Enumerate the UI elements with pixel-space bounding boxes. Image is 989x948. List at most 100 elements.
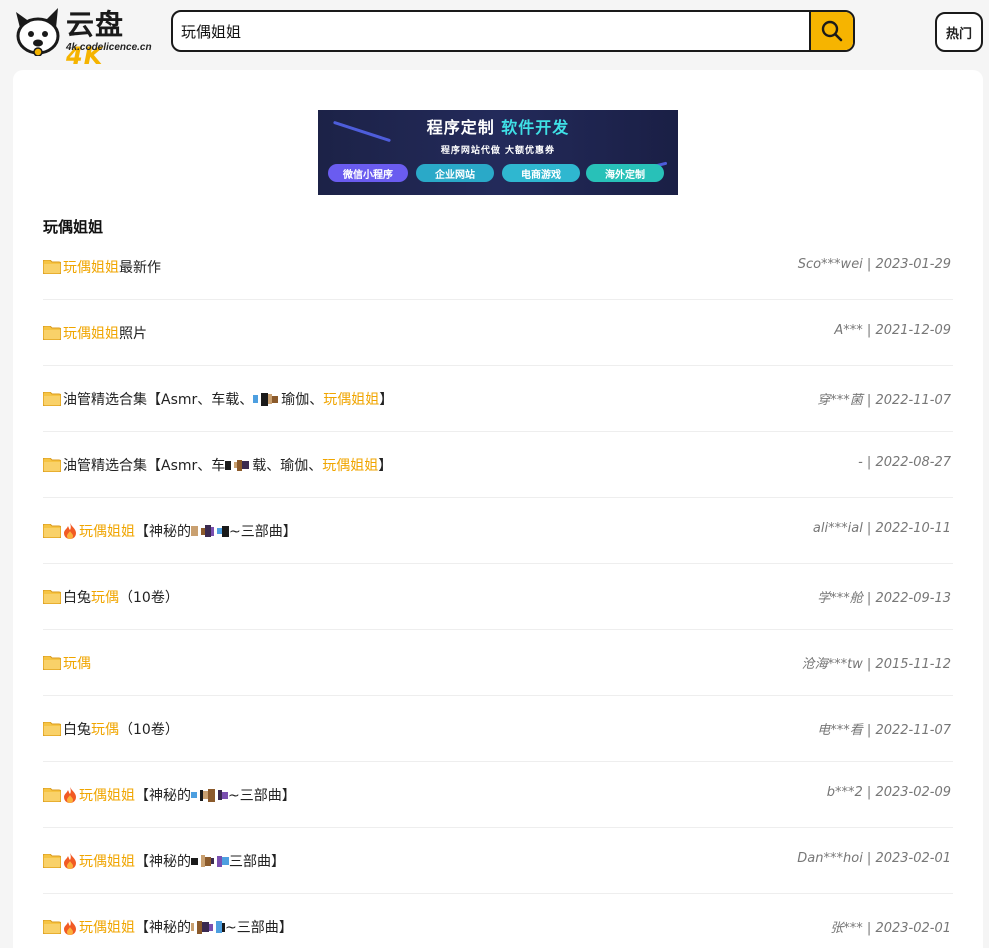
result-meta: Dan***hoi | 2023-02-01: [797, 851, 951, 866]
result-meta: 学***舱 | 2022-09-13: [817, 591, 951, 606]
result-meta: 电***看 | 2022-11-07: [817, 723, 951, 738]
banner-tags: 微信小程序 企业网站 电商游戏 海外定制: [328, 164, 673, 184]
result-suffix: 】: [378, 458, 393, 474]
search-icon: [821, 20, 843, 42]
result-link[interactable]: 油管精选合集【Asmr、车载、瑜伽、玩偶姐姐】: [42, 455, 393, 475]
pixelated-text: [191, 920, 225, 934]
result-link[interactable]: 玩偶姐姐 【神秘的 三部曲】: [42, 851, 285, 871]
result-suffix: 照片: [119, 326, 147, 342]
banner-tag: 电商游戏: [502, 164, 580, 182]
site-logo[interactable]: 云盘4K 4k.codelicence.cn: [12, 6, 152, 70]
banner-tag: 企业网站: [416, 164, 494, 182]
result-suffix: 三部曲】: [229, 854, 285, 870]
folder-icon: [42, 457, 62, 473]
result-link[interactable]: 玩偶姐姐 最新作: [42, 257, 161, 277]
search-input[interactable]: [173, 12, 811, 50]
result-suffix: 【神秘的: [135, 524, 191, 540]
list-item: 白兔 玩偶 （10卷） 学***舱 | 2022-09-13: [42, 564, 953, 630]
result-highlight: 玩偶姐姐: [79, 920, 135, 936]
list-item: 玩偶姐姐 【神秘的 ~三部曲】 ali***ial | 2022-10-11: [42, 498, 953, 564]
logo-title: 云盘4K: [66, 8, 125, 71]
result-highlight: 玩偶: [63, 656, 91, 672]
logo-subtitle: 4k.codelicence.cn: [66, 42, 152, 53]
result-prefix: 白兔: [63, 590, 91, 606]
pixelated-text: [191, 525, 229, 537]
dog-logo-icon: [16, 8, 60, 56]
folder-icon: [42, 853, 62, 869]
result-suffix: 【神秘的: [135, 920, 191, 936]
result-highlight: 玩偶姐姐: [63, 260, 119, 276]
result-prefix: 油管精选合集【Asmr、车: [63, 458, 226, 474]
list-item: 玩偶姐姐 【神秘的 三部曲】 Dan***hoi | 2023-02-01: [42, 828, 953, 894]
result-meta: 穿***菌 | 2022-11-07: [817, 393, 951, 408]
result-suffix: 】: [379, 392, 394, 408]
result-meta: 张*** | 2023-02-01: [830, 921, 951, 936]
banner-title: 程序定制 软件开发: [426, 118, 570, 137]
result-meta: b***2 | 2023-02-09: [826, 785, 951, 800]
list-item: 玩偶 沧海***tw | 2015-11-12: [42, 630, 953, 696]
folder-icon: [42, 325, 62, 341]
result-suffix: ~三部曲】: [228, 788, 296, 804]
result-link[interactable]: 玩偶姐姐 【神秘的 ~三部曲】: [42, 917, 293, 937]
search-box: [171, 10, 855, 52]
result-link[interactable]: 玩偶姐姐 【神秘的 ~三部曲】: [42, 521, 297, 541]
result-obscured-text: 瑜: [281, 392, 296, 408]
list-item: 玩偶姐姐 最新作 Sco***wei | 2023-01-29: [42, 234, 953, 300]
result-meta: - | 2022-08-27: [858, 455, 951, 470]
result-link[interactable]: 玩偶姐姐 【神秘的 ~三部曲】: [42, 785, 296, 805]
fire-icon: [63, 787, 77, 803]
result-suffix: 【神秘的: [135, 788, 191, 804]
pixelated-text: [225, 459, 252, 471]
result-meta: 沧海***tw | 2015-11-12: [801, 657, 951, 672]
folder-icon: [42, 589, 62, 605]
folder-icon: [42, 721, 62, 737]
ad-banner[interactable]: 程序定制 软件开发 程序网站代做 大额优惠券 微信小程序 企业网站 电商游戏 海…: [318, 110, 678, 195]
banner-tag: 海外定制: [586, 164, 664, 182]
result-link[interactable]: 白兔 玩偶 （10卷）: [42, 587, 179, 607]
result-highlight: 玩偶姐姐: [79, 524, 135, 540]
result-meta: A*** | 2021-12-09: [834, 323, 951, 338]
result-meta: Sco***wei | 2023-01-29: [797, 257, 951, 272]
fire-icon: [63, 853, 77, 869]
results-card: 程序定制 软件开发 程序网站代做 大额优惠券 微信小程序 企业网站 电商游戏 海…: [13, 70, 983, 948]
header: 云盘4K 4k.codelicence.cn 热门: [0, 0, 989, 70]
result-link[interactable]: 玩偶姐姐 照片: [42, 323, 147, 343]
folder-icon: [42, 523, 62, 539]
result-link[interactable]: 玩偶: [42, 653, 91, 673]
list-item: 玩偶姐姐 【神秘的 ~三部曲】 b***2 | 2023-02-09: [42, 762, 953, 828]
folder-icon: [42, 919, 62, 935]
result-suffix: （10卷）: [119, 722, 179, 738]
result-prefix: 油管精选合集【Asmr、车载、: [63, 392, 254, 408]
pixelated-text: [191, 788, 228, 802]
result-highlight: 玩偶姐姐: [79, 854, 135, 870]
result-obscured-text: 载、瑜: [252, 458, 295, 474]
result-suffix: （10卷）: [119, 590, 179, 606]
result-link[interactable]: 油管精选合集【Asmr、车载、 瑜伽、玩偶姐姐】: [42, 389, 394, 409]
result-highlight: 玩偶姐姐: [323, 392, 380, 408]
fire-icon: [63, 919, 77, 935]
folder-icon: [42, 259, 62, 275]
banner-subtitle: 程序网站代做 大额优惠券: [440, 146, 556, 156]
result-prefix: 白兔: [63, 722, 91, 738]
pixelated-text: [191, 855, 229, 867]
folder-icon: [42, 787, 62, 803]
pixelated-text: [253, 392, 281, 406]
result-suffix: 最新作: [119, 260, 161, 276]
result-highlight: 玩偶姐姐: [79, 788, 135, 804]
search-button[interactable]: [809, 12, 853, 50]
result-highlight: 玩偶姐姐: [63, 326, 119, 342]
result-highlight: 玩偶: [91, 590, 119, 606]
banner-tag: 微信小程序: [328, 164, 408, 182]
hot-button[interactable]: 热门: [935, 12, 983, 52]
result-highlight: 玩偶姐姐: [322, 458, 379, 474]
list-item: 油管精选合集【Asmr、车载、 瑜伽、 玩偶姐姐】 穿***菌 | 2022-11-0…: [42, 366, 953, 432]
result-link[interactable]: 白兔 玩偶 （10卷）: [42, 719, 179, 739]
list-item: 玩偶姐姐 【神秘的 ~三部曲】 张*** | 2023-02-01: [42, 894, 953, 948]
list-item: 白兔 玩偶 （10卷） 电***看 | 2022-11-07: [42, 696, 953, 762]
list-item: 油管精选合集【Asmr、车 载、瑜 伽、 玩偶姐姐】 - | 2022-08-27: [42, 432, 953, 498]
results-list: 玩偶姐姐 最新作 Sco***wei | 2023-01-29 玩偶姐姐 照片 A***…: [42, 234, 953, 948]
result-suffix: 【神秘的: [135, 854, 191, 870]
result-suffix: ~三部曲】: [225, 920, 293, 936]
result-mid: 伽、: [295, 392, 324, 408]
fire-icon: [63, 523, 77, 539]
